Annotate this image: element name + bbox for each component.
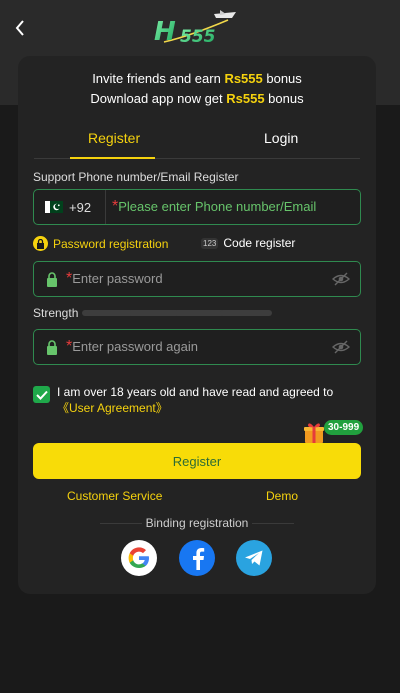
- phone-placeholder: Please enter Phone number/Email: [118, 199, 317, 214]
- strength-segment: [174, 310, 226, 316]
- register-card: Invite friends and earn Rs555 bonus Down…: [18, 56, 376, 594]
- google-login-button[interactable]: [121, 540, 157, 576]
- code-register-label: Code register: [223, 236, 296, 250]
- phone-input[interactable]: *Please enter Phone number/Email: [106, 198, 316, 216]
- code-icon: 123: [201, 237, 219, 249]
- register-button[interactable]: Register: [33, 443, 361, 479]
- demo-link[interactable]: Demo: [266, 489, 298, 503]
- svg-text:555: 555: [180, 27, 216, 47]
- eye-off-icon[interactable]: [332, 340, 350, 354]
- app-logo: H 555: [150, 6, 250, 50]
- checkmark-icon: [35, 390, 48, 400]
- phone-email-field[interactable]: +92 *Please enter Phone number/Email: [33, 189, 361, 225]
- tab-register[interactable]: Register: [88, 130, 140, 146]
- binding-registration-label: Binding registration: [145, 516, 249, 530]
- confirm-password-placeholder: Enter password again: [72, 339, 198, 354]
- chevron-left-icon: [15, 20, 24, 36]
- password-placeholder: Enter password: [72, 271, 163, 286]
- divider-right: [252, 523, 294, 524]
- phone-field-label: Support Phone number/Email Register: [33, 170, 239, 184]
- country-code-selector[interactable]: +92: [34, 190, 106, 224]
- lock-icon: [47, 271, 57, 287]
- strength-segment: [82, 310, 134, 316]
- country-code: +92: [69, 199, 92, 215]
- facebook-login-button[interactable]: [179, 540, 215, 576]
- promo-line-1: Invite friends and earn Rs555 bonus: [92, 71, 302, 86]
- telegram-login-button[interactable]: [236, 540, 272, 576]
- eye-off-icon[interactable]: [332, 272, 350, 286]
- active-tab-indicator: [70, 157, 155, 159]
- confirm-password-field[interactable]: *Enter password again: [33, 329, 361, 365]
- bonus-amount: Rs555: [224, 71, 263, 86]
- strength-segment: [220, 310, 272, 316]
- agreement-checkbox[interactable]: [33, 386, 50, 403]
- user-agreement-row: I am over 18 years old and have read and…: [33, 384, 363, 416]
- password-registration-label: Password registration: [53, 236, 169, 251]
- promo-line-2: Download app now get Rs555 bonus: [90, 91, 304, 106]
- agreement-text: I am over 18 years old and have read and…: [57, 385, 334, 415]
- strength-label: Strength: [33, 306, 79, 320]
- tab-login[interactable]: Login: [264, 130, 298, 146]
- svg-text:H: H: [154, 17, 176, 47]
- lock-badge-icon: [33, 236, 48, 251]
- back-button[interactable]: [10, 18, 30, 38]
- password-registration-option[interactable]: Password registration: [33, 236, 168, 251]
- customer-service-link[interactable]: Customer Service: [67, 489, 162, 503]
- code-register-option[interactable]: 123 Code register: [201, 236, 295, 250]
- strength-segment: [128, 310, 180, 316]
- pakistan-flag-icon: [45, 201, 63, 213]
- password-input[interactable]: *Enter password: [58, 270, 332, 288]
- lock-icon: [47, 339, 57, 355]
- telegram-icon: [245, 550, 263, 566]
- bonus-amount: Rs555: [226, 91, 265, 106]
- facebook-icon: [193, 548, 205, 570]
- bonus-badge: 30-999: [324, 420, 364, 435]
- confirm-password-input[interactable]: *Enter password again: [58, 338, 332, 356]
- gift-icon: [304, 423, 324, 443]
- google-icon: [128, 547, 149, 568]
- user-agreement-link[interactable]: 《User Agreement》: [57, 401, 168, 415]
- password-field[interactable]: *Enter password: [33, 261, 361, 297]
